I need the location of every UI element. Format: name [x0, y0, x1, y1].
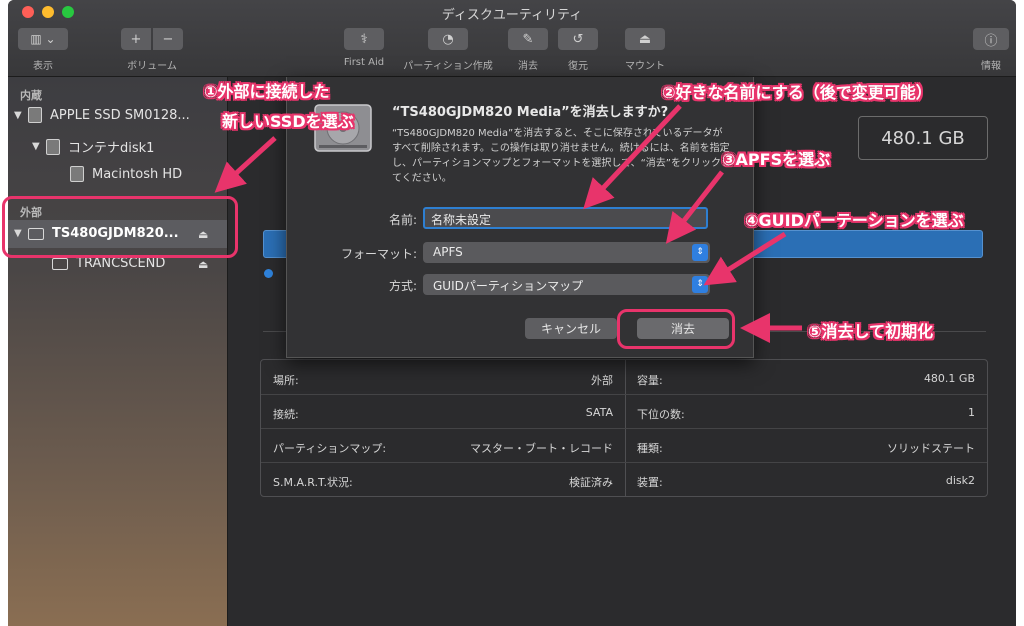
- annotation-step1-line2: 新しいSSDを選ぶ: [222, 112, 354, 131]
- info-value: 1: [968, 406, 975, 419]
- partition-label: パーティション作成: [403, 61, 493, 72]
- info-key: 容量:: [637, 374, 663, 387]
- erase-label: 消去: [518, 61, 538, 72]
- legend-dot: [264, 269, 273, 278]
- info-key: 下位の数:: [637, 408, 685, 421]
- annotation-step2: ②好きな名前にする（後で変更可能）: [662, 83, 932, 102]
- toolbar: ディスクユーティリティ ▥ ⌄ 表示 + − ボリューム ⚕ First Aid…: [8, 0, 1016, 77]
- info-key: 種類:: [637, 442, 663, 455]
- window-title: ディスクユーティリティ: [441, 8, 583, 23]
- info-value: 検証済み: [569, 476, 613, 489]
- partition-button[interactable]: ◔: [428, 28, 468, 50]
- info-value: マスター・ブート・レコード: [470, 442, 613, 455]
- eject-icon[interactable]: ⏏: [198, 258, 208, 271]
- restore-icon: ↺: [572, 31, 584, 47]
- info-button[interactable]: ⓘ: [973, 28, 1009, 50]
- sidebar-item-apple-ssd[interactable]: ▼ APPLE SSD SM0128...: [14, 107, 190, 123]
- minus-icon: −: [162, 31, 174, 47]
- format-popup[interactable]: APFS ⇕: [423, 242, 710, 263]
- annotation-step3: ③APFSを選ぶ: [722, 150, 831, 169]
- internal-header: 内蔵: [20, 89, 42, 102]
- add-volume-button[interactable]: +: [121, 28, 151, 50]
- info-value: 480.1 GB: [923, 372, 975, 385]
- scheme-value: GUIDパーティションマップ: [433, 279, 584, 293]
- info-key: 装置:: [637, 476, 663, 489]
- view-label: 表示: [33, 61, 53, 72]
- info-icon: ⓘ: [984, 33, 998, 49]
- sidebar-item-label: Macintosh HD: [92, 166, 183, 182]
- sidebar-item-label: TRANCSCEND: [76, 256, 166, 271]
- info-row: パーティションマップ: マスター・ブート・レコード 種類: ソリッドステート: [261, 428, 987, 462]
- highlight-external-disk: [2, 196, 238, 258]
- cancel-button[interactable]: キャンセル: [525, 318, 617, 339]
- disclosure-triangle-icon[interactable]: ▼: [32, 141, 46, 152]
- info-row: S.M.A.R.T.状況: 検証済み 装置: disk2: [261, 462, 987, 496]
- info-key: パーティションマップ:: [273, 442, 387, 455]
- first-aid-label: First Aid: [343, 57, 385, 68]
- mount-icon: ⏏: [638, 31, 652, 47]
- info-key: S.M.A.R.T.状況:: [273, 476, 353, 489]
- info-key: 場所:: [273, 374, 299, 387]
- name-label: 名前:: [388, 213, 417, 227]
- info-value: ソリッドステート: [887, 442, 975, 455]
- restore-label: 復元: [568, 61, 588, 72]
- stethoscope-icon: ⚕: [360, 31, 368, 47]
- sidebar-item-label: コンテナdisk1: [68, 141, 155, 156]
- info-label: 情報: [981, 61, 1001, 72]
- format-value: APFS: [433, 245, 463, 259]
- info-row: 場所: 外部 容量: 480.1 GB: [261, 360, 987, 394]
- volume-disk-icon: [70, 166, 84, 182]
- chevron-updown-icon: ⇕: [692, 244, 708, 261]
- annotation-step4: ④GUIDパーテーションを選ぶ: [745, 211, 964, 230]
- container-disk-icon: [46, 138, 60, 155]
- info-table: 場所: 外部 容量: 480.1 GB 接続: SATA 下位の数: 1 パーテ…: [260, 359, 988, 497]
- info-value: disk2: [945, 474, 975, 487]
- chevron-updown-icon: ⇕: [692, 276, 708, 293]
- internal-disk-icon: [28, 107, 42, 123]
- sidebar-item-container[interactable]: ▼ コンテナdisk1: [32, 137, 154, 156]
- external-volume-icon: [52, 257, 68, 270]
- sidebar: 内蔵 ▼ APPLE SSD SM0128... ▼ コンテナdisk1 Mac…: [8, 77, 228, 626]
- annotation-step5: ⑤消去して初期化: [808, 322, 934, 341]
- sidebar-item-label: APPLE SSD SM0128...: [50, 107, 190, 123]
- plus-icon: +: [130, 31, 142, 47]
- scheme-label: 方式:: [388, 279, 417, 293]
- info-value: SATA: [585, 406, 613, 419]
- restore-button[interactable]: ↺: [558, 28, 598, 50]
- capacity-display: 480.1 GB: [858, 116, 988, 160]
- annotation-step1-line1: ①外部に接続した: [204, 82, 330, 101]
- sidebar-icon: ▥ ⌄: [30, 32, 56, 46]
- remove-volume-button[interactable]: −: [153, 28, 183, 50]
- mount-label: マウント: [625, 61, 665, 72]
- info-row: 接続: SATA 下位の数: 1: [261, 394, 987, 428]
- erase-toolbar-button[interactable]: ✎: [508, 28, 548, 50]
- sidebar-item-macintosh-hd[interactable]: Macintosh HD: [70, 166, 182, 182]
- dialog-message: “TS480GJDM820 Media”を消去すると、そこに保存されているデータ…: [392, 128, 731, 184]
- sidebar-item-transcend[interactable]: TRANCSCEND: [52, 256, 165, 271]
- scheme-popup[interactable]: GUIDパーティションマップ ⇕: [423, 274, 710, 295]
- volume-label: ボリューム: [127, 61, 177, 72]
- first-aid-button[interactable]: ⚕: [344, 28, 384, 50]
- pie-icon: ◔: [442, 31, 454, 47]
- info-key: 接続:: [273, 408, 299, 421]
- disclosure-triangle-icon[interactable]: ▼: [14, 110, 28, 121]
- eraser-icon: ✎: [522, 31, 534, 47]
- highlight-erase-button: [617, 309, 735, 349]
- name-input[interactable]: 名称未設定: [423, 207, 708, 229]
- info-value: 外部: [591, 374, 613, 387]
- mount-button[interactable]: ⏏: [625, 28, 665, 50]
- dialog-title: “TS480GJDM820 Media”を消去しますか?: [392, 105, 669, 120]
- format-label: フォーマット:: [340, 247, 417, 261]
- view-button[interactable]: ▥ ⌄: [18, 28, 68, 50]
